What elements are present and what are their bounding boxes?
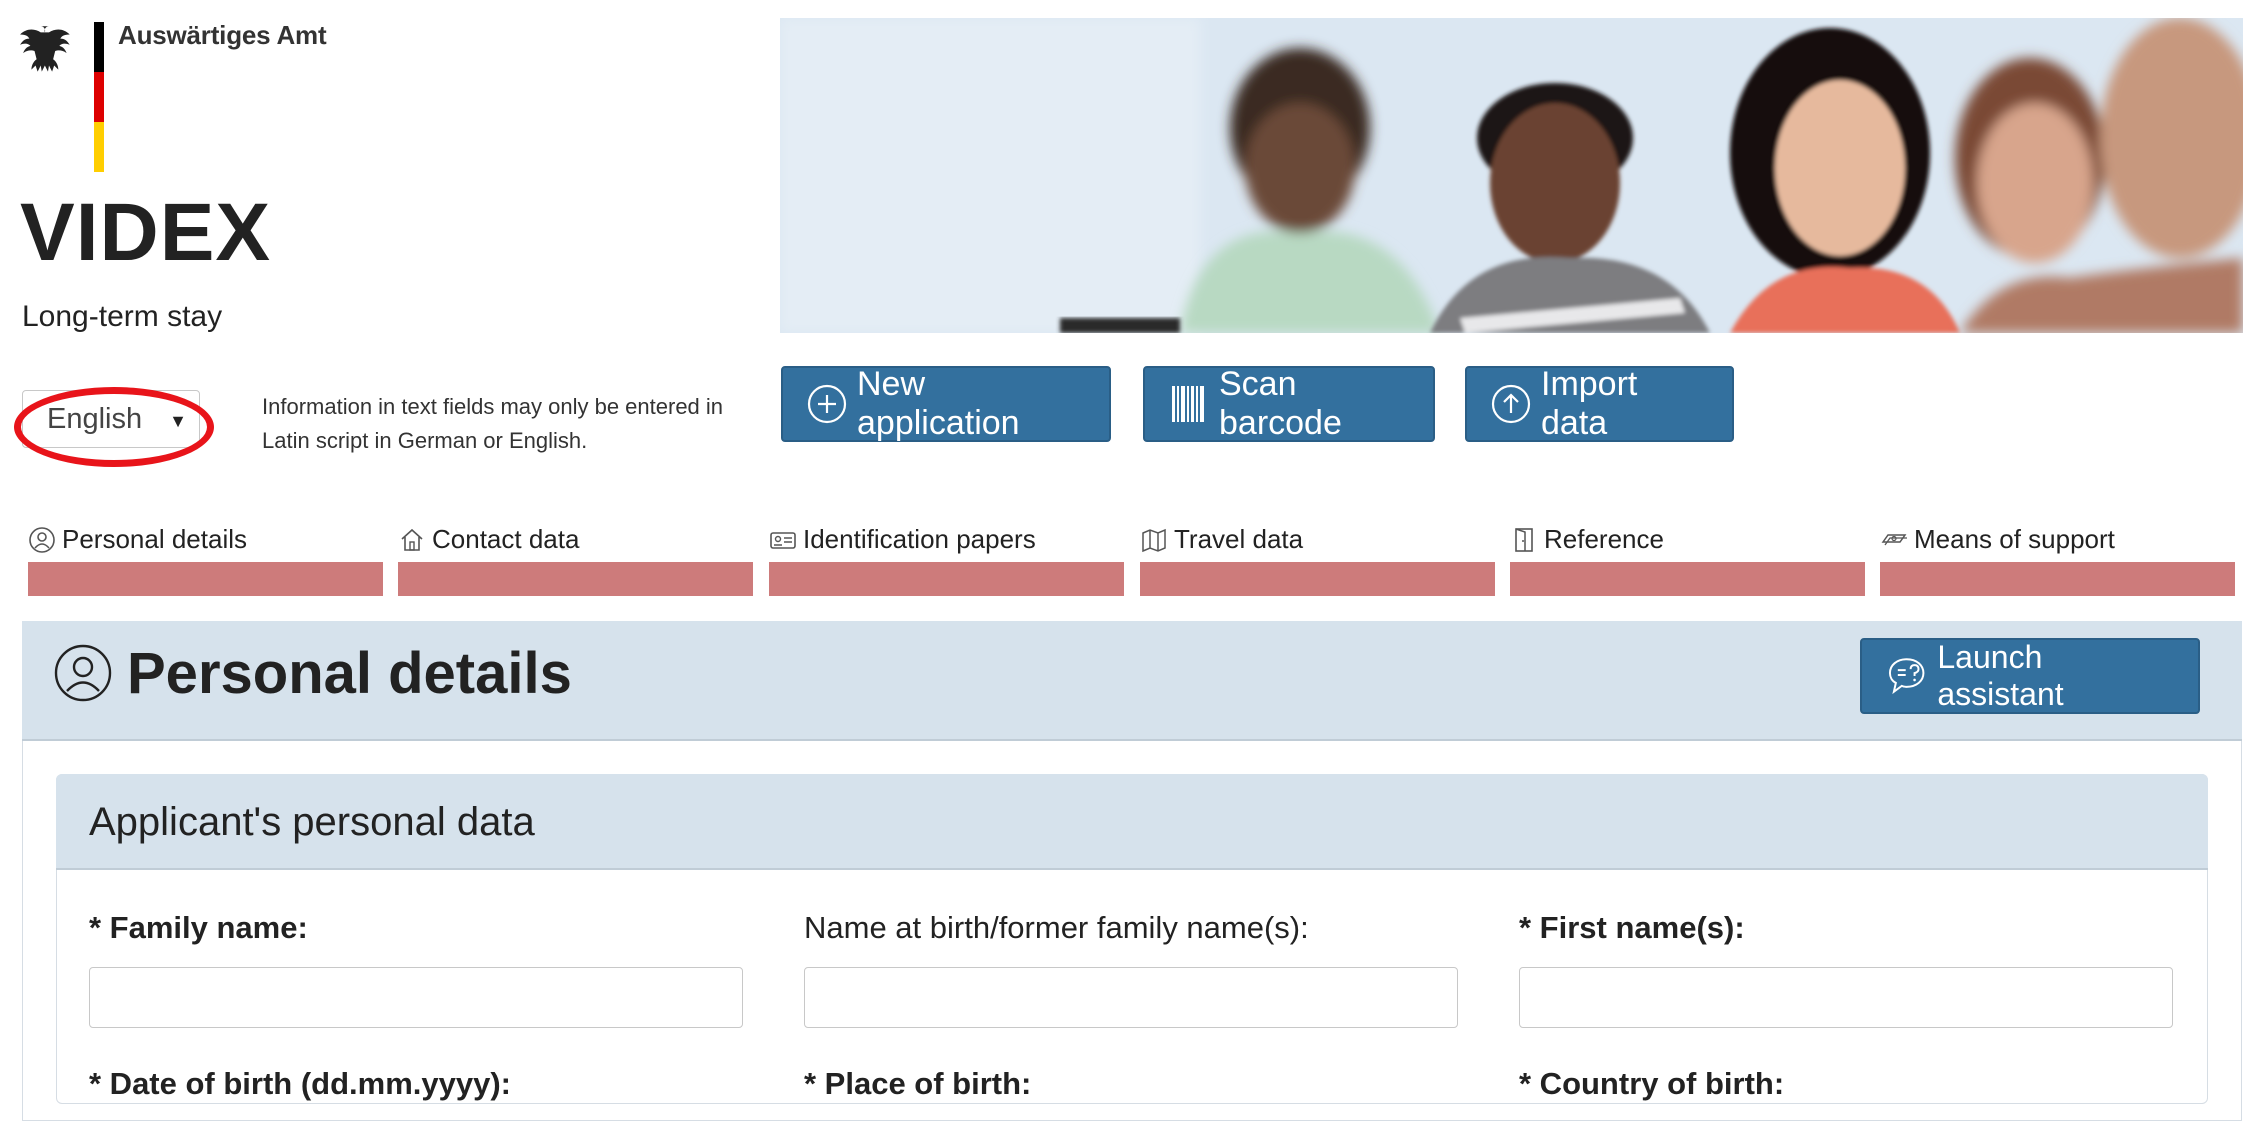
- step-reference[interactable]: Reference: [1510, 524, 1865, 596]
- launch-assistant-label: Launch assistant: [1937, 639, 2064, 712]
- step-personal-details[interactable]: Personal details: [28, 524, 383, 596]
- step-progress-bar: [769, 562, 1124, 596]
- person-icon: [29, 526, 55, 553]
- person-icon: [54, 644, 112, 702]
- door-icon: [1515, 527, 1533, 552]
- step-label: Personal details: [62, 524, 247, 554]
- red-circle-annotation: [14, 387, 214, 467]
- step-label: Means of support: [1914, 524, 2115, 554]
- step-progress-bar: [1880, 562, 2235, 596]
- chat-question-icon: [1888, 658, 1925, 695]
- new-application-label: New application: [857, 365, 1020, 442]
- map-icon: [1142, 528, 1166, 552]
- card-title: Applicant's personal data: [89, 800, 535, 844]
- scan-barcode-button[interactable]: Scan barcode: [1143, 365, 1435, 442]
- family-name-input[interactable]: [89, 967, 743, 1028]
- step-identification-papers[interactable]: Identification papers: [769, 524, 1124, 596]
- german-flag-stripe: [94, 22, 104, 172]
- hero-image: [780, 18, 2243, 333]
- id-card-icon: [770, 531, 796, 549]
- ministry-name: Auswärtiges Amt: [118, 20, 327, 50]
- country-of-birth-label: * Country of birth:: [1519, 1066, 1785, 1101]
- step-progress-bar: [398, 562, 753, 596]
- section-title: Personal details: [127, 641, 572, 706]
- step-label: Travel data: [1174, 524, 1304, 554]
- import-data-label: Import data: [1541, 365, 1638, 442]
- step-progress-bar: [1510, 562, 1865, 596]
- new-application-button[interactable]: New application: [781, 365, 1111, 442]
- eagle-icon: [20, 26, 70, 72]
- step-contact-data[interactable]: Contact data: [398, 524, 753, 596]
- step-label: Reference: [1544, 524, 1664, 554]
- step-travel-data[interactable]: Travel data: [1140, 524, 1495, 596]
- app-title: VIDEX: [20, 187, 272, 278]
- money-icon: [1881, 533, 1907, 545]
- plus-circle-icon: [807, 384, 847, 424]
- step-means-of-support[interactable]: Means of support: [1880, 524, 2235, 596]
- launch-assistant-button[interactable]: Launch assistant: [1860, 638, 2200, 714]
- date-of-birth-label: * Date of birth (dd.mm.yyyy):: [89, 1066, 511, 1101]
- step-progress-bar: [1140, 562, 1495, 596]
- family-name-label: * Family name:: [89, 910, 308, 945]
- first-name-input[interactable]: [1519, 967, 2173, 1028]
- step-label: Identification papers: [803, 524, 1036, 554]
- scan-barcode-label: Scan barcode: [1219, 365, 1342, 442]
- birth-name-label: Name at birth/former family name(s):: [804, 910, 1309, 945]
- birth-name-input[interactable]: [804, 967, 1458, 1028]
- upload-circle-icon: [1491, 384, 1531, 424]
- app-subtitle: Long-term stay: [22, 300, 223, 333]
- latin-script-notice: Information in text fields may only be e…: [262, 394, 724, 453]
- step-progress-bar: [28, 562, 383, 596]
- first-name-label: * First name(s):: [1519, 910, 1745, 945]
- step-label: Contact data: [432, 524, 580, 554]
- place-of-birth-label: * Place of birth:: [804, 1066, 1032, 1101]
- house-icon: [401, 528, 423, 551]
- import-data-button[interactable]: Import data: [1465, 365, 1734, 442]
- barcode-icon: [1172, 386, 1204, 422]
